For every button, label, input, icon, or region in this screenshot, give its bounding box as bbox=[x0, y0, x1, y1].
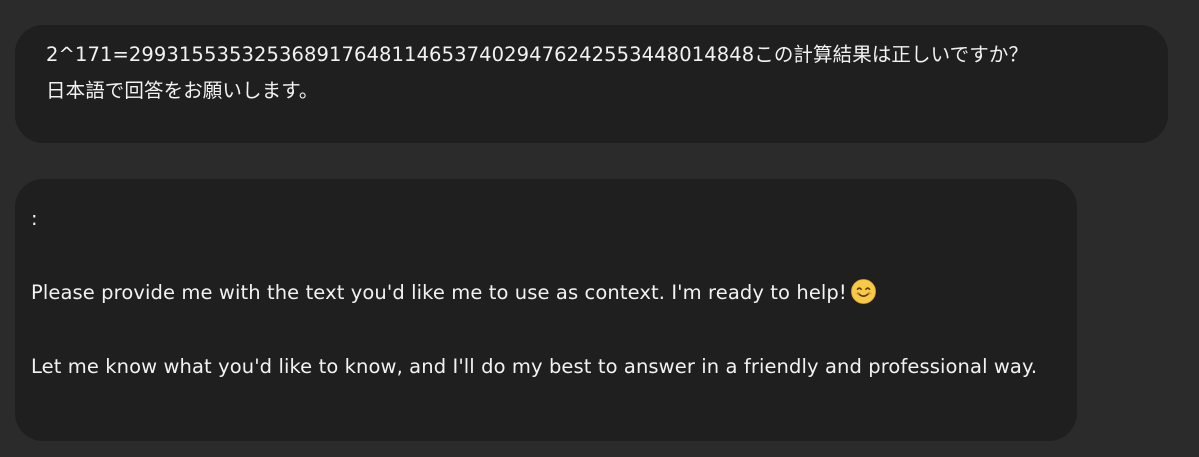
smiling-face-icon bbox=[850, 279, 876, 304]
user-message-line-2: 日本語で回答をお願いします。 bbox=[46, 79, 319, 102]
assistant-message-prefix: : bbox=[31, 207, 38, 230]
user-message-bubble: 2^171=2993155353253689176481146537402947… bbox=[15, 25, 1168, 143]
assistant-message-paragraph-2: Let me know what you'd like to know, and… bbox=[31, 355, 1038, 378]
assistant-paragraph-1-text: Please provide me with the text you'd li… bbox=[31, 281, 847, 304]
chat-thread: 2^171=2993155353253689176481146537402947… bbox=[0, 0, 1199, 457]
user-message-line-1: 2^171=2993155353253689176481146537402947… bbox=[46, 43, 1029, 66]
assistant-message-paragraph-1: Please provide me with the text you'd li… bbox=[31, 275, 1061, 311]
assistant-message-bubble: : Please provide me with the text you'd … bbox=[15, 179, 1077, 441]
